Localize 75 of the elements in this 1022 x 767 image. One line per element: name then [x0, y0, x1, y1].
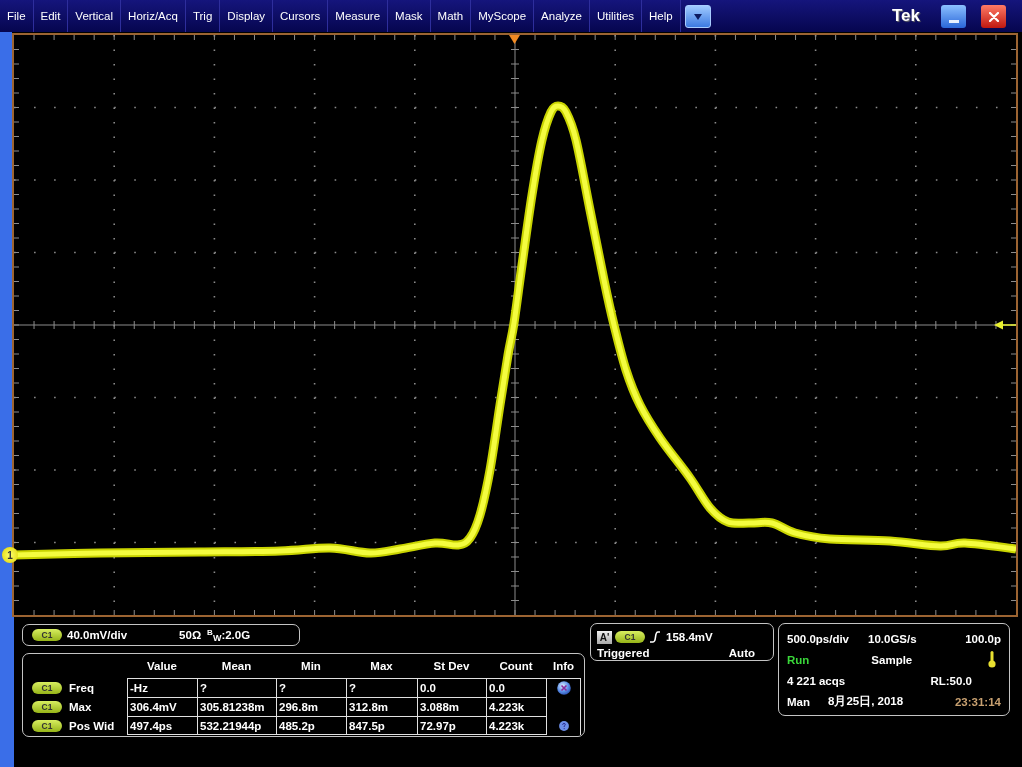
brand-logo: Tek — [891, 6, 920, 26]
table-cell: 532.21944p — [197, 716, 276, 735]
channel-badge: C1 — [32, 700, 62, 713]
minimize-button[interactable] — [941, 5, 966, 28]
column-header: Min — [300, 659, 322, 674]
column-header: Info — [551, 659, 576, 674]
column-header: Mean — [220, 659, 253, 674]
x-circle-icon[interactable] — [556, 681, 571, 695]
menu-item[interactable]: Help — [642, 0, 681, 32]
menu-item[interactable]: Measure — [328, 0, 389, 32]
table-cell: 0.0 — [417, 678, 486, 697]
acquisition-mode: Sample — [871, 653, 913, 666]
menu-item[interactable]: Utilities — [590, 0, 643, 32]
position-value: 100.0p — [965, 632, 1001, 645]
column-header: Value — [145, 659, 179, 674]
table-cell: 296.8m — [276, 697, 346, 716]
menu-item[interactable]: MyScope — [471, 0, 535, 32]
triangle-icon — [509, 35, 520, 44]
horizontal-scale: 500.0ps/div — [787, 632, 849, 645]
table-cell: 305.81238m — [197, 697, 276, 716]
time-text: 23:31:14 — [954, 695, 1001, 708]
table-cell: 312.8m — [346, 697, 417, 716]
source-label: A' — [597, 630, 612, 644]
channel-badge: C1 — [615, 631, 645, 643]
table-cell: ? — [346, 678, 417, 697]
measurement-name: Pos Wid — [69, 719, 115, 732]
close-button[interactable] — [981, 5, 1006, 28]
menu-item[interactable]: Vertical — [68, 0, 122, 32]
menu-item[interactable]: Cursors — [273, 0, 329, 32]
menu-item[interactable]: Horiz/Acq — [121, 0, 186, 32]
channel-badge: C1 — [32, 681, 62, 694]
sample-rate: 10.0GS/s — [868, 632, 917, 645]
date-text: 8月25日, 2018 — [828, 694, 904, 709]
menu-item[interactable]: Display — [220, 0, 274, 32]
close-icon[interactable] — [988, 11, 999, 22]
channel-badge: C1 — [32, 719, 62, 732]
measurement-name: Freq — [69, 681, 94, 694]
table-cell: -Hz — [127, 678, 197, 697]
menu-item[interactable]: Trig — [185, 0, 221, 32]
menu-item[interactable]: Edit — [33, 0, 69, 32]
table-cell: 72.97p — [417, 716, 486, 735]
table-cell: 306.4mV — [127, 697, 197, 716]
table-cell: ? — [197, 678, 276, 697]
termination-value: 50Ω — [179, 629, 202, 641]
dropdown-button[interactable] — [684, 5, 711, 28]
channel-marker[interactable]: 1 — [2, 547, 18, 563]
table-cell: 4.223k — [486, 697, 546, 716]
table-cell: 847.5p — [346, 716, 417, 735]
triangle-icon — [994, 320, 1016, 330]
column-header: Count — [498, 659, 534, 674]
caret-icon[interactable] — [693, 13, 702, 20]
trigger-mode: Auto — [728, 646, 755, 659]
trigger-level: 158.4mV — [666, 631, 713, 643]
table-cell: 0.0 — [486, 678, 546, 697]
table-cell: 4.223k — [486, 716, 546, 735]
record-length: RL:50.0 — [930, 674, 972, 687]
column-header: St Dev — [432, 659, 471, 674]
menu-item[interactable]: Mask — [388, 0, 431, 32]
table-cell: 485.2p — [276, 716, 346, 735]
help-icon[interactable] — [558, 720, 569, 731]
table-cell: ? — [276, 678, 346, 697]
menu-item[interactable]: Analyze — [534, 0, 590, 32]
channel-badge: C1 — [32, 629, 62, 641]
table-cell: 3.088m — [417, 697, 486, 716]
run-status: Run — [787, 653, 810, 666]
timebase-mode: Man — [787, 695, 810, 708]
thermometer-icon — [988, 651, 996, 668]
column-header: Max — [369, 659, 394, 674]
vertical-scale: 40.0mV/div — [67, 629, 128, 641]
table-cell: 497.4ps — [127, 716, 197, 735]
menu-item[interactable]: Math — [430, 0, 472, 32]
trigger-status: Triggered — [597, 646, 650, 659]
minimize-icon[interactable] — [948, 19, 959, 23]
measurement-name: Max — [69, 700, 92, 713]
acquisition-count: 4 221 acqs — [787, 674, 846, 687]
